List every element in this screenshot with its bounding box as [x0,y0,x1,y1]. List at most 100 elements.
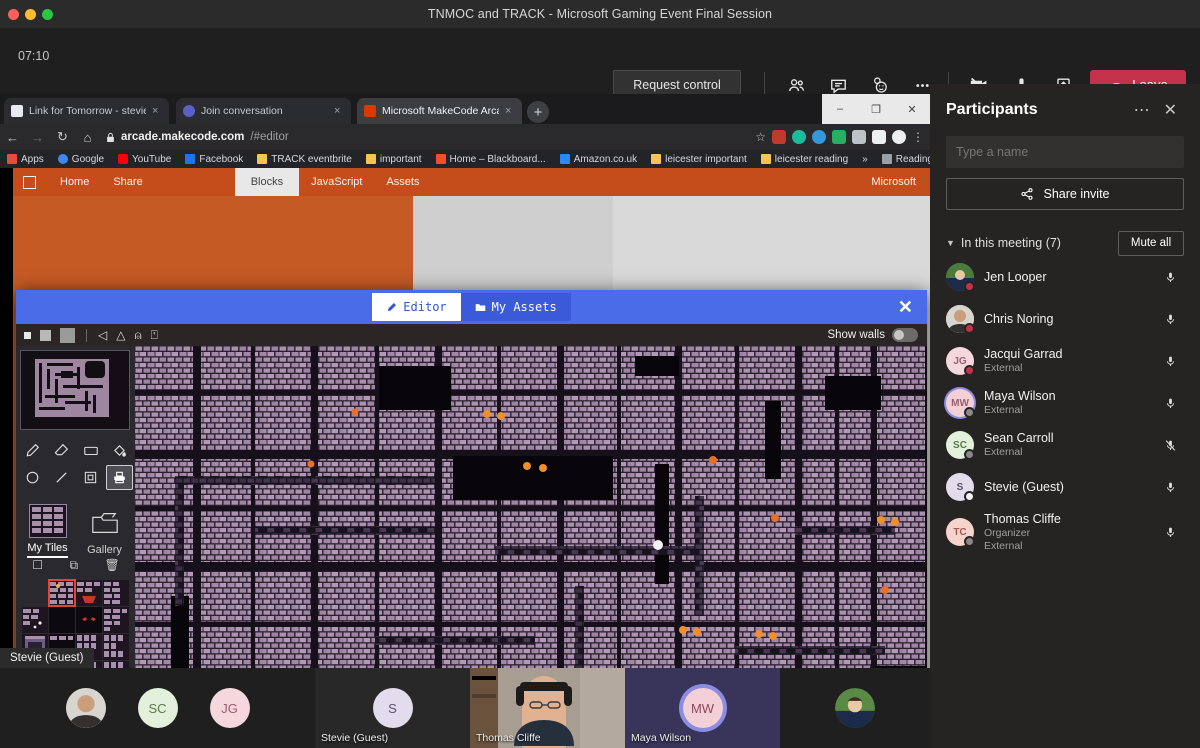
extension-icon-6[interactable] [872,130,886,144]
participant-row[interactable]: MW Maya Wilson External [946,382,1184,424]
extension-icon-4[interactable] [832,130,846,144]
participant-mic-on-icon[interactable] [1164,354,1184,369]
chevron-down-icon[interactable]: ▼ [946,238,955,248]
tile-palette-item[interactable] [103,661,129,668]
makecode-nav-blocks[interactable]: Blocks [234,168,300,196]
tilemap-canvas[interactable] [135,346,925,668]
tilemap-minimap[interactable] [20,350,130,430]
duplicate-tile-icon[interactable]: ⧉ [69,558,78,573]
tile-stamp-tool[interactable] [106,465,133,490]
flip-vertical-icon[interactable]: △ [116,329,125,341]
participant-row[interactable]: S Stevie (Guest) [946,466,1184,508]
bookmark-track-eventbrite[interactable]: TRACK eventbrite [250,154,359,165]
home-icon[interactable]: ⌂ [75,130,100,145]
makecode-nav-assets[interactable]: Assets [374,176,431,188]
bookmark-apps[interactable]: Apps [0,154,51,165]
tile-palette-item[interactable] [22,607,48,633]
makecode-nav-share[interactable]: Share [101,176,154,188]
close-dialog-icon[interactable]: ✕ [898,297,913,317]
bookmark-overflow-icon[interactable]: » [855,154,875,165]
bookmark-important[interactable]: important [359,154,429,165]
video-tile-photo[interactable] [780,668,930,748]
tab-gallery[interactable]: Gallery [76,496,133,558]
browser-tab-0[interactable]: Link for Tomorrow - stevie.paula × [4,98,169,124]
makecode-logo-icon[interactable] [13,175,48,189]
mute-all-button[interactable]: Mute all [1118,230,1184,256]
participant-mic-on-icon[interactable] [1164,480,1184,495]
cursor-size-large[interactable] [60,327,75,343]
kebab-menu-icon[interactable]: ⋮ [912,130,924,144]
minimize-window-icon[interactable] [25,9,36,20]
maximize-window-icon[interactable] [42,9,53,20]
rotate-left-icon[interactable]: ⍝ [134,329,141,341]
tile-palette-empty[interactable] [22,580,48,606]
bookmark-leicester-reading[interactable]: leicester reading [754,154,855,165]
delete-tile-icon[interactable]: 🗑 [105,558,120,573]
forward-icon[interactable]: → [25,130,50,145]
line-tool[interactable] [48,465,75,490]
tile-palette-item[interactable] [103,607,129,633]
bookmark-amazon[interactable]: Amazon.co.uk [553,154,644,165]
video-tile-maya[interactable]: MW Maya Wilson [625,668,780,748]
extension-icon-3[interactable] [812,130,826,144]
makecode-nav-microsoft[interactable]: Microsoft [859,176,930,188]
tilemap-canvas-container[interactable] [135,346,927,668]
cursor-size-medium[interactable] [40,329,51,341]
tab-close-icon[interactable]: × [152,105,162,117]
browser-close-button[interactable]: ✕ [894,94,930,124]
reload-icon[interactable]: ↻ [50,129,75,145]
close-window-icon[interactable] [8,9,19,20]
tile-palette-item[interactable] [103,580,129,606]
circle-tool[interactable] [19,465,46,490]
rectangle-tool[interactable] [77,438,104,463]
participant-row[interactable]: Chris Noring [946,298,1184,340]
extension-icon-5[interactable] [852,130,866,144]
participant-row[interactable]: JG Jacqui Garrad External [946,340,1184,382]
participant-mic-on-icon[interactable] [1164,270,1184,285]
show-walls-toggle[interactable]: Show walls [827,328,918,342]
participant-mic-off-icon[interactable] [1164,438,1184,453]
back-icon[interactable]: ← [0,130,25,145]
reading-list-button[interactable]: Reading list [875,154,930,165]
video-tile-thomas[interactable]: Thomas Cliffe [470,668,625,748]
bookmark-leicester-important[interactable]: leicester important [644,154,754,165]
tab-close-icon[interactable]: × [505,105,515,117]
pencil-tool[interactable] [19,438,46,463]
cursor-size-small[interactable] [24,331,31,339]
tile-palette-item[interactable] [48,579,76,607]
star-icon[interactable]: ☆ [755,130,766,144]
show-walls-switch[interactable] [892,328,918,342]
video-tile-stevie[interactable]: S Stevie (Guest) [315,668,470,748]
tile-palette-item[interactable] [76,607,102,633]
tab-my-assets[interactable]: My Assets [460,293,571,321]
extension-icon-1[interactable] [772,130,786,144]
participant-mic-on-icon[interactable] [1164,525,1184,540]
new-tab-button[interactable]: + [527,101,549,123]
makecode-nav-home[interactable]: Home [48,176,101,188]
participant-mic-on-icon[interactable] [1164,312,1184,327]
rotate-right-icon[interactable]: ⍞ [151,329,158,341]
address-bar[interactable]: arcade.makecode.com /#editor [106,131,755,143]
bookmark-facebook[interactable]: Facebook [178,154,250,165]
bookmark-youtube[interactable]: YouTube [111,154,178,165]
participant-row[interactable]: SC Sean Carroll External [946,424,1184,466]
participant-mic-on-icon[interactable] [1164,396,1184,411]
tab-editor[interactable]: Editor [372,293,461,321]
bookmark-blackboard[interactable]: Home – Blackboard... [429,154,553,165]
browser-tab-2[interactable]: Microsoft MakeCode Arcade × [357,98,522,124]
panel-more-icon[interactable]: ⋯ [1127,100,1157,120]
flip-horizontal-icon[interactable]: ◁ [98,329,107,341]
video-tile-avatar-group[interactable]: SC JG [0,668,315,748]
fill-tool[interactable] [106,438,133,463]
eraser-tool[interactable] [48,438,75,463]
makecode-nav-javascript[interactable]: JavaScript [299,176,374,188]
participant-row[interactable]: TC Thomas Cliffe Organizer External [946,508,1184,556]
shared-screen-stage[interactable]: Home Share Blocks JavaScript Assets Micr… [0,94,930,668]
new-tile-icon[interactable]: ☐ [32,558,43,573]
extension-icon-2[interactable] [792,130,806,144]
participant-row[interactable]: Jen Looper [946,256,1184,298]
bookmark-google[interactable]: Google [51,154,111,165]
panel-close-icon[interactable]: ✕ [1157,100,1184,120]
browser-minimize-button[interactable]: – [822,94,858,124]
marquee-tool[interactable] [77,465,104,490]
